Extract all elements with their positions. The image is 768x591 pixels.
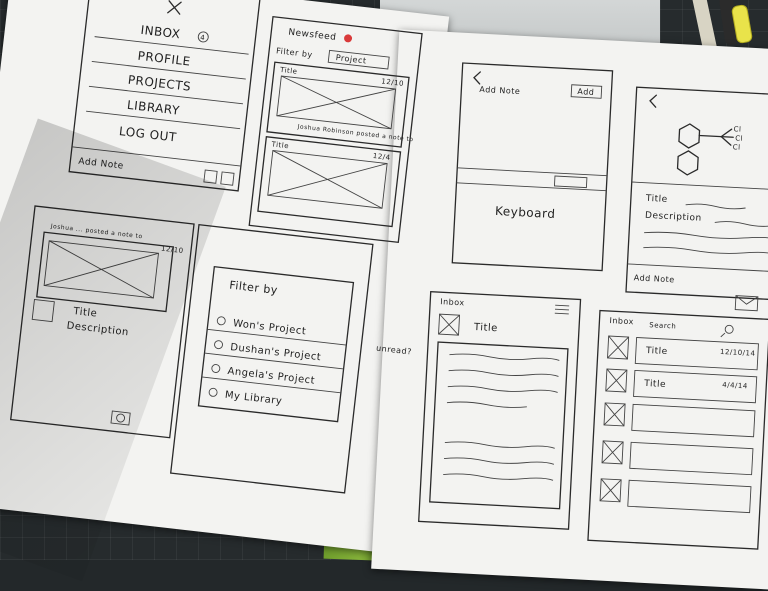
search-field: Search (649, 321, 676, 330)
back-icon (473, 71, 481, 85)
search-icon (724, 324, 734, 334)
menu-item-inbox: INBOX (140, 23, 181, 41)
menu-item-logout: LOG OUT (118, 124, 177, 144)
inbox-row-date-2: 4/4/14 (722, 381, 748, 390)
menu-icon (554, 304, 570, 315)
chem-title: Title (645, 194, 668, 205)
inbox-badge: 4 (200, 34, 206, 43)
add-button: Add (577, 87, 594, 97)
filter-label: Filter by (276, 46, 313, 59)
card-caption: Joshua Robinson posted a note to (296, 123, 414, 143)
card-title-2: Title (270, 140, 289, 150)
filter-option-1: Won's Project (232, 318, 306, 337)
chem-label: Cl (733, 143, 741, 151)
newsfeed-title: Newsfeed (288, 28, 337, 43)
chem-add-note: Add Note (634, 273, 675, 284)
inbox-list-screen (587, 309, 768, 550)
card-date: 12/10 (381, 77, 404, 88)
inbox-list-header: Inbox (609, 316, 634, 326)
margin-note: unread? (376, 344, 413, 357)
close-icon (167, 0, 182, 15)
chem-description: Description (645, 211, 702, 224)
wireframe-sketches: INBOX 4 PROFILE PROJECTS LIBRARY LOG OUT… (9, 0, 768, 550)
inbox-row-title: Title (645, 346, 668, 357)
chem-label: Cl (735, 134, 743, 142)
detail-screen (9, 205, 195, 439)
filter-sheet-title: Filter by (229, 279, 279, 297)
card-title: Title (279, 66, 298, 76)
inbox-row-title-2: Title (643, 379, 666, 390)
add-note-header: Add Note (479, 85, 520, 96)
card-date-2: 12/4 (372, 152, 391, 162)
chem-label: Cl (733, 125, 741, 133)
filter-option-2: Dushan's Project (230, 342, 322, 363)
filter-option-4: My Library (224, 390, 283, 407)
inbox-header: Inbox (440, 297, 465, 307)
filter-option-3: Angela's Project (227, 366, 316, 387)
detail-title: Title (72, 306, 98, 320)
inbox-title: Title (473, 322, 498, 334)
menu-item-profile: PROFILE (137, 49, 191, 69)
filter-screen (169, 223, 374, 494)
inbox-detail-screen (418, 290, 582, 530)
add-note-label: Add Note (78, 157, 124, 172)
detail-description: Description (66, 320, 129, 338)
menu-item-projects: PROJECTS (127, 73, 192, 94)
keyboard-area: Keyboard (495, 204, 556, 221)
inbox-row-date: 12/10/14 (720, 348, 756, 358)
menu-item-library: LIBRARY (126, 98, 180, 118)
